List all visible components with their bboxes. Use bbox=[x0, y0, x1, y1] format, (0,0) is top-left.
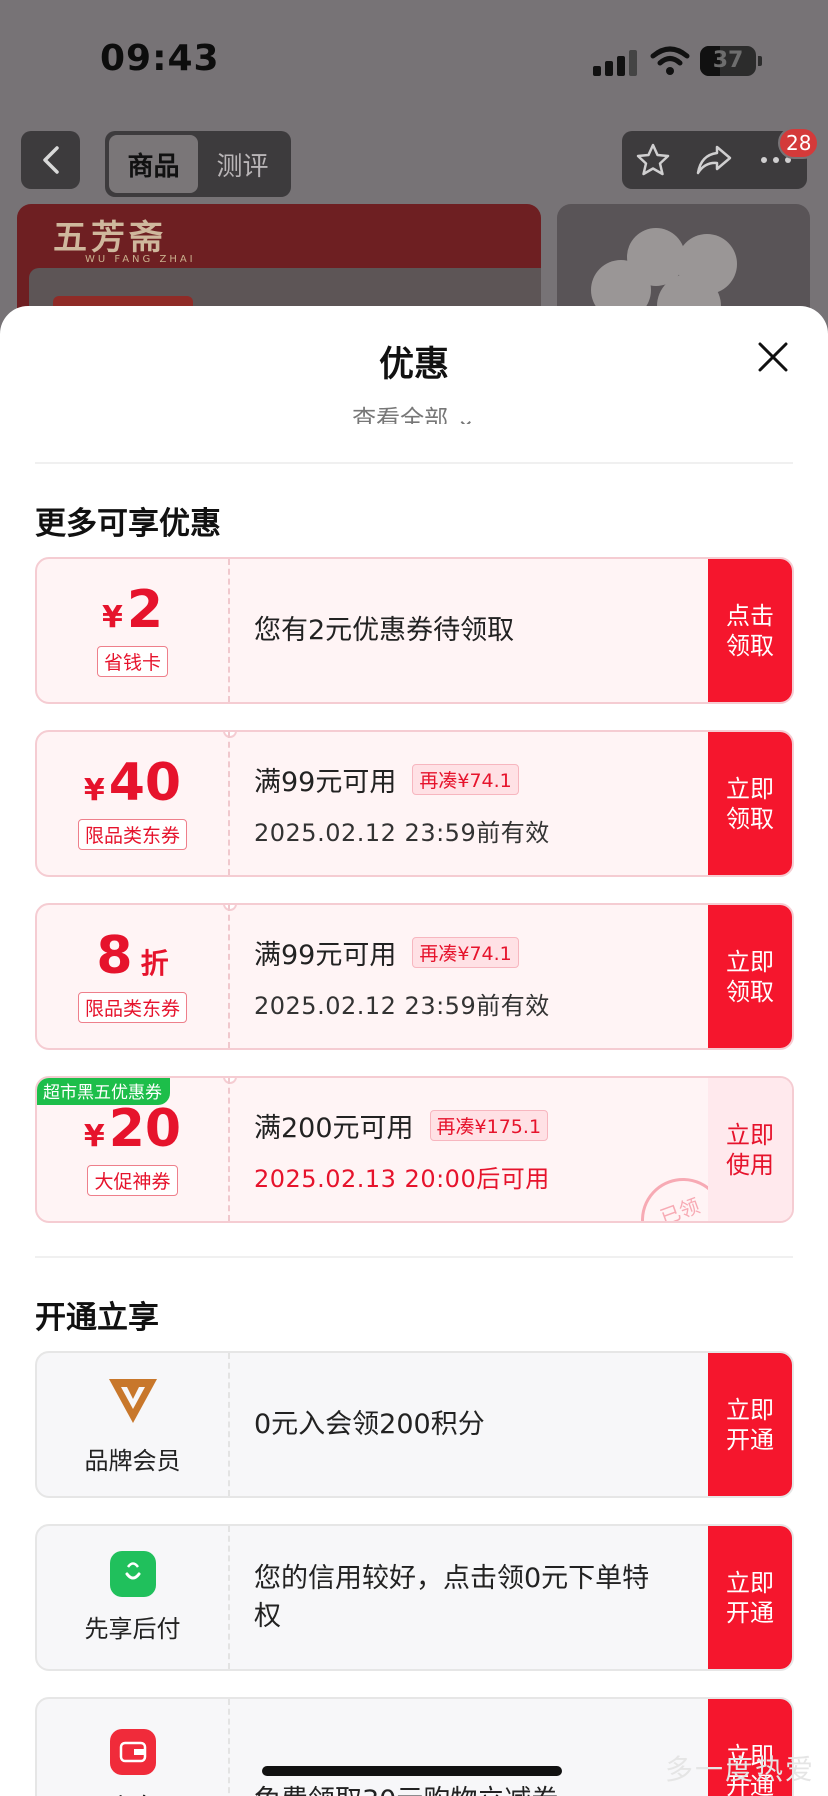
service-label: 小白 bbox=[109, 1787, 157, 1796]
favorite-star-icon[interactable] bbox=[633, 140, 673, 180]
home-indicator[interactable] bbox=[262, 1766, 562, 1776]
add-more-pill: 再凑¥74.1 bbox=[412, 936, 519, 968]
coupon-condition: 满99元可用 bbox=[254, 766, 397, 798]
coupon-card[interactable]: 8 折 限品类东券 满99元可用 再凑¥74.1 2025.02.12 23:5… bbox=[35, 903, 794, 1050]
add-more-pill: 再凑¥74.1 bbox=[412, 763, 519, 795]
coupon-value: ¥ 2 省钱卡 bbox=[37, 559, 230, 702]
coupon-condition: 满99元可用 bbox=[254, 939, 397, 971]
battery-icon: 37 bbox=[700, 46, 762, 76]
wifi-icon bbox=[650, 44, 690, 78]
add-more-pill: 再凑¥175.1 bbox=[429, 1109, 549, 1141]
battery-level: 37 bbox=[712, 48, 744, 73]
watermark-text: 多一度热爱 bbox=[665, 1753, 816, 1786]
coupon-card[interactable]: ¥ 2 省钱卡 您有2元优惠券待领取 点击 领取 bbox=[35, 557, 794, 704]
coupon-amount: 2 bbox=[126, 580, 164, 640]
service-info: 您的信用较好，点击领0元下单特权 bbox=[254, 1526, 674, 1669]
service-info: 免费领取30元购物立减券 bbox=[254, 1699, 734, 1796]
coupon-validity: 2025.02.12 23:59前有效 bbox=[254, 991, 550, 1020]
product-review-tabs: 商品 测评 bbox=[105, 131, 291, 197]
status-time: 09:43 bbox=[100, 38, 220, 79]
coupon-amount: 20 bbox=[108, 1099, 182, 1159]
chevron-left-icon bbox=[42, 146, 59, 174]
claim-button[interactable]: 立即 领取 bbox=[708, 732, 792, 875]
action-line: 开通 bbox=[726, 1598, 774, 1627]
action-line: 点击 bbox=[726, 601, 774, 630]
service-card[interactable]: 品牌会员 0元入会领200积分 立即 开通 bbox=[35, 1351, 794, 1498]
service-brand: 品牌会员 bbox=[37, 1353, 230, 1496]
chevron-down-icon: ⌄ bbox=[455, 405, 476, 424]
section-title-activate: 开通立享 bbox=[35, 1300, 159, 1336]
discount-sheet: 优惠 查看全部 ⌄ 更多可享优惠 ¥ 2 省钱卡 您有2元优惠券待领取 点击 领取… bbox=[0, 306, 828, 1796]
service-card[interactable]: 先享后付 您的信用较好，点击领0元下单特权 立即 开通 bbox=[35, 1524, 794, 1671]
coupon-value: ¥ 40 限品类东券 bbox=[37, 732, 230, 875]
action-line: 领取 bbox=[726, 804, 774, 833]
coupon-type-tag: 限品类东券 bbox=[77, 992, 187, 1023]
wallet-icon bbox=[109, 1729, 156, 1775]
coupon-info: 满99元可用 再凑¥74.1 2025.02.12 23:59前有效 bbox=[254, 732, 734, 875]
brand-logo-text: 五芳斋 bbox=[53, 218, 167, 258]
service-label: 品牌会员 bbox=[84, 1447, 181, 1475]
status-bar: 09:43 37 bbox=[0, 0, 828, 120]
back-button[interactable] bbox=[21, 131, 80, 189]
brand-v-logo-icon bbox=[108, 1379, 157, 1423]
divider bbox=[35, 462, 793, 464]
action-line: 立即 bbox=[726, 774, 774, 803]
coupon-info: 您有2元优惠券待领取 bbox=[254, 559, 734, 702]
sheet-title: 优惠 bbox=[378, 345, 449, 385]
tab-product[interactable]: 商品 bbox=[109, 135, 198, 193]
tab-review[interactable]: 测评 bbox=[198, 135, 287, 193]
action-line: 立即 bbox=[726, 1395, 774, 1424]
service-text: 0元入会领200积分 bbox=[254, 1408, 485, 1440]
coupon-validity: 2025.02.12 23:59前有效 bbox=[254, 818, 550, 847]
brand-logo-subtext: WU FANG ZHAI bbox=[85, 254, 196, 265]
coupon-amount: 8 bbox=[96, 926, 133, 986]
divider bbox=[35, 1256, 793, 1258]
message-count-badge: 28 bbox=[778, 127, 820, 159]
claim-button[interactable]: 立即 领取 bbox=[708, 905, 792, 1048]
coupon-type-tag: 限品类东券 bbox=[77, 819, 187, 850]
close-icon bbox=[758, 342, 788, 372]
service-text: 您的信用较好，点击领0元下单特权 bbox=[254, 1562, 650, 1632]
coupon-value: ¥ 20 大促神券 bbox=[37, 1078, 230, 1221]
service-info: 0元入会领200积分 bbox=[254, 1353, 734, 1496]
coupon-info: 满99元可用 再凑¥74.1 2025.02.12 23:59前有效 bbox=[254, 905, 734, 1048]
coupon-card[interactable]: 超市黑五优惠券 ¥ 20 大促神券 满200元可用 再凑¥175.1 2025.… bbox=[35, 1076, 794, 1223]
action-line: 领取 bbox=[726, 977, 774, 1006]
claim-button[interactable]: 点击 领取 bbox=[708, 559, 792, 702]
share-icon[interactable] bbox=[694, 140, 734, 180]
coupon-currency: ¥ bbox=[83, 773, 105, 808]
service-text: 免费领取30元购物立减券 bbox=[254, 1782, 734, 1796]
signal-icon bbox=[593, 50, 643, 76]
activate-button[interactable]: 立即 开通 bbox=[708, 1526, 792, 1669]
coupon-amount: 40 bbox=[108, 753, 182, 813]
action-line: 立即 bbox=[726, 1120, 774, 1149]
close-button[interactable] bbox=[756, 340, 790, 374]
coupon-currency: ¥ bbox=[101, 600, 123, 635]
coupon-type-tag: 省钱卡 bbox=[96, 646, 168, 677]
coupon-value: 8 折 限品类东券 bbox=[37, 905, 230, 1048]
action-line: 领取 bbox=[726, 631, 774, 660]
service-brand: 小白 bbox=[37, 1699, 230, 1796]
activate-button[interactable]: 立即 开通 bbox=[708, 1353, 792, 1496]
coupon-unit: 折 bbox=[140, 947, 169, 980]
section-title-more-discounts: 更多可享优惠 bbox=[35, 506, 221, 542]
use-button[interactable]: 立即 使用 bbox=[708, 1078, 792, 1221]
action-line: 立即 bbox=[726, 947, 774, 976]
view-all-label: 查看全部 bbox=[352, 405, 449, 424]
action-line: 开通 bbox=[726, 1425, 774, 1454]
coupon-condition: 满200元可用 bbox=[254, 1112, 414, 1144]
coupon-type-tag: 大促神券 bbox=[87, 1165, 178, 1196]
service-brand: 先享后付 bbox=[37, 1526, 230, 1669]
action-line: 使用 bbox=[726, 1150, 774, 1179]
view-all-link[interactable]: 查看全部 ⌄ bbox=[0, 402, 828, 424]
coupon-currency: ¥ bbox=[83, 1119, 105, 1154]
coupon-card[interactable]: ¥ 40 限品类东券 满99元可用 再凑¥74.1 2025.02.12 23:… bbox=[35, 730, 794, 877]
shopping-bag-icon bbox=[109, 1551, 156, 1597]
coupon-text: 您有2元优惠券待领取 bbox=[254, 614, 515, 646]
service-label: 先享后付 bbox=[84, 1615, 181, 1643]
action-line: 立即 bbox=[726, 1568, 774, 1597]
